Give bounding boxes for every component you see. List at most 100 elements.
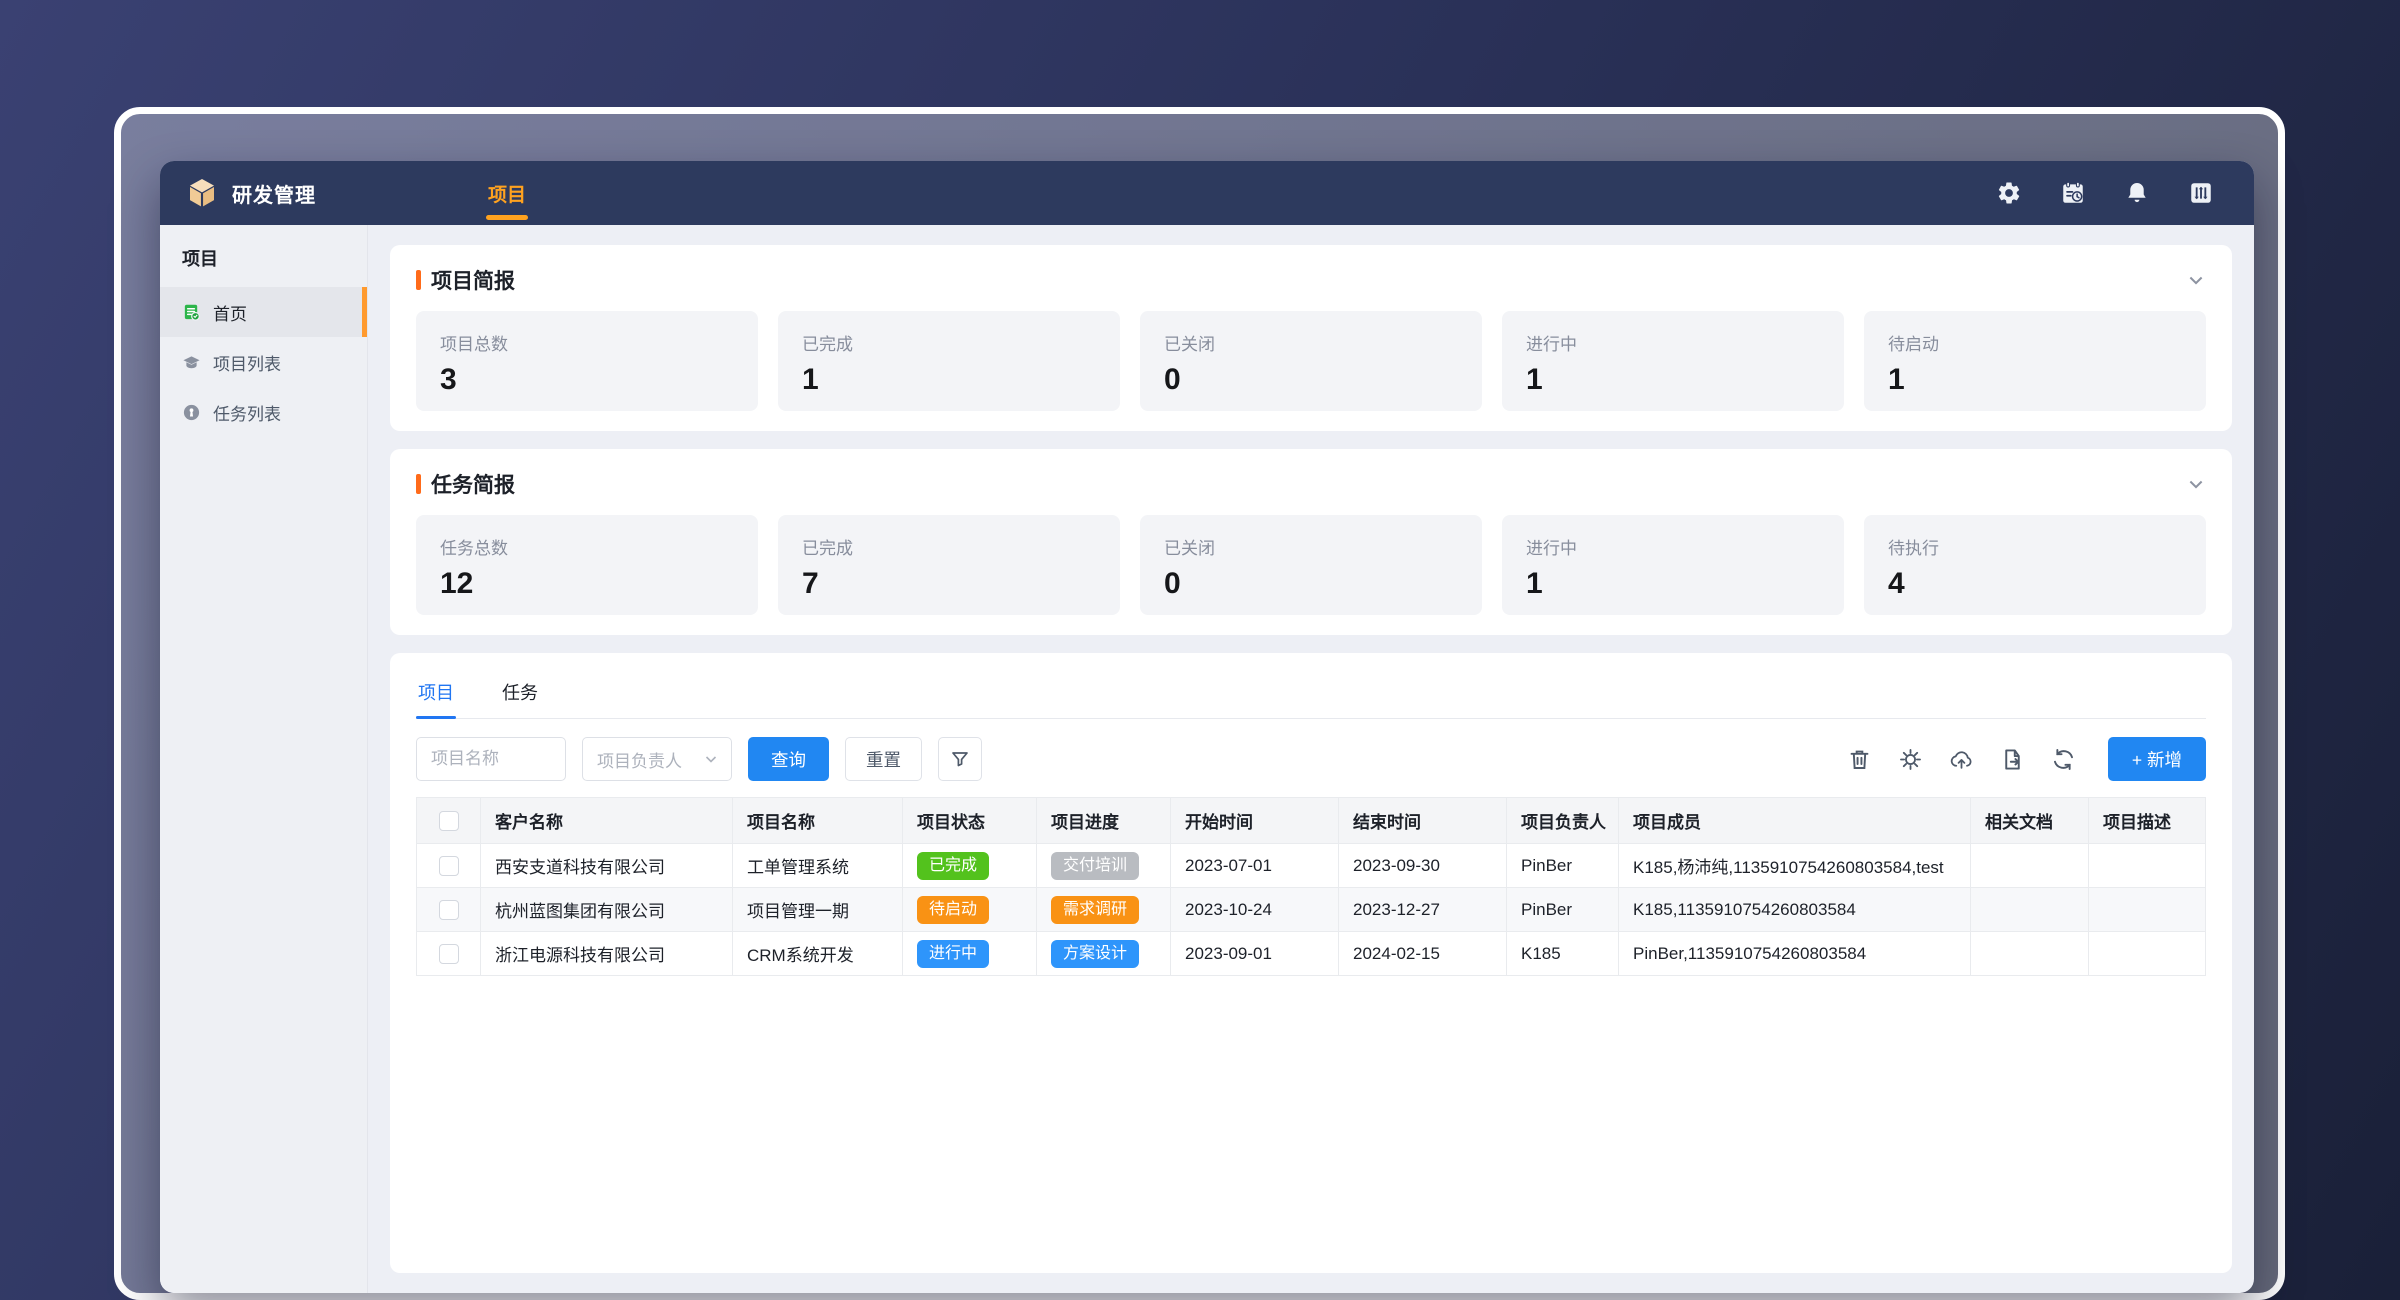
stat-label: 已关闭 — [1164, 534, 1458, 559]
table-row[interactable]: 杭州蓝图集团有限公司 项目管理一期 待启动 需求调研 2023-10-24 20… — [417, 888, 2206, 932]
stat-value: 1 — [1888, 363, 2182, 397]
stat-card: 进行中 1 — [1502, 311, 1844, 411]
sidebar-item-home[interactable]: 首页 — [160, 287, 367, 337]
schedule-icon[interactable] — [2060, 180, 2086, 206]
cube-logo-icon — [186, 177, 218, 209]
add-button[interactable]: + 新增 — [2108, 737, 2206, 781]
col-header: 项目成员 — [1619, 798, 1971, 844]
col-header: 开始时间 — [1171, 798, 1339, 844]
row-checkbox[interactable] — [439, 944, 459, 964]
refresh-icon[interactable] — [2051, 747, 2076, 772]
trash-icon[interactable] — [1847, 747, 1872, 772]
table-row[interactable]: 浙江电源科技有限公司 CRM系统开发 进行中 方案设计 2023-09-01 2… — [417, 932, 2206, 976]
page-root: { "navbar": { "app_title": "研发管理", "acti… — [0, 0, 2400, 1300]
stat-card: 进行中 1 — [1502, 515, 1844, 615]
search-button[interactable]: 查询 — [748, 737, 829, 781]
stat-card: 项目总数 3 — [416, 311, 758, 411]
stat-value: 12 — [440, 567, 734, 601]
project-name-input[interactable] — [416, 737, 566, 781]
chevron-down-icon — [703, 751, 719, 767]
notifications-icon[interactable] — [2124, 180, 2150, 206]
sidebar-item-label: 任务列表 — [213, 400, 281, 425]
row-checkbox[interactable] — [439, 900, 459, 920]
columns-icon[interactable] — [2188, 180, 2214, 206]
tab-task[interactable]: 任务 — [500, 669, 540, 718]
stat-card: 已关闭 0 — [1140, 515, 1482, 615]
project-brief-title: 项目简报 — [431, 265, 515, 295]
stat-card: 已关闭 0 — [1140, 311, 1482, 411]
col-header: 相关文档 — [1971, 798, 2089, 844]
title-accent-bar — [416, 474, 421, 494]
reset-button[interactable]: 重置 — [845, 737, 922, 781]
title-accent-bar — [416, 270, 421, 290]
col-header: 项目名称 — [733, 798, 903, 844]
cell-docs — [1971, 888, 2089, 932]
stat-value: 0 — [1164, 363, 1458, 397]
app-window: 研发管理 项目 — [160, 161, 2254, 1293]
gear-config-icon[interactable] — [1898, 747, 1923, 772]
cell-customer: 西安支道科技有限公司 — [481, 844, 733, 888]
progress-badge: 需求调研 — [1051, 896, 1139, 924]
chevron-down-icon[interactable] — [2186, 270, 2206, 290]
chevron-down-icon[interactable] — [2186, 474, 2206, 494]
stat-label: 待启动 — [1888, 330, 2182, 355]
sidebar-header: 项目 — [160, 225, 367, 287]
top-navbar: 研发管理 项目 — [160, 161, 2254, 225]
cell-end-date: 2023-12-27 — [1339, 888, 1507, 932]
stat-card: 任务总数 12 — [416, 515, 758, 615]
cell-start-date: 2023-07-01 — [1171, 844, 1339, 888]
cell-members: K185,杨沛纯,1135910754260803584,test — [1619, 844, 1971, 888]
sidebar-item-task-list[interactable]: 任务列表 — [160, 387, 367, 437]
stat-value: 3 — [440, 363, 734, 397]
stat-label: 已完成 — [802, 534, 1096, 559]
sidebar-item-project-list[interactable]: 项目列表 — [160, 337, 367, 387]
stat-label: 进行中 — [1526, 534, 1820, 559]
stat-card: 已完成 1 — [778, 311, 1120, 411]
project-stats-row: 项目总数 3 已完成 1 已关闭 0 进行中 1 — [416, 311, 2206, 411]
app-title: 研发管理 — [232, 179, 316, 208]
cell-members: PinBer,1135910754260803584 — [1619, 932, 1971, 976]
progress-badge: 交付培训 — [1051, 852, 1139, 880]
cell-docs — [1971, 844, 2089, 888]
cell-owner: PinBer — [1507, 888, 1619, 932]
filter-button[interactable] — [938, 737, 982, 781]
stat-value: 1 — [802, 363, 1096, 397]
settings-icon[interactable] — [1996, 180, 2022, 206]
cell-owner: PinBer — [1507, 844, 1619, 888]
cell-project: 项目管理一期 — [733, 888, 903, 932]
home-doc-icon — [182, 303, 201, 322]
col-header: 项目负责人 — [1507, 798, 1619, 844]
task-brief-title: 任务简报 — [431, 469, 515, 499]
cell-end-date: 2024-02-15 — [1339, 932, 1507, 976]
graduation-cap-icon — [182, 353, 201, 372]
tab-project[interactable]: 项目 — [416, 669, 456, 718]
cell-project: CRM系统开发 — [733, 932, 903, 976]
select-placeholder: 项目负责人 — [597, 747, 682, 772]
select-all-checkbox[interactable] — [439, 811, 459, 831]
app-logo: 研发管理 — [186, 177, 316, 209]
tab-label: 项目 — [418, 683, 454, 703]
stat-label: 进行中 — [1526, 330, 1820, 355]
stat-card: 待执行 4 — [1864, 515, 2206, 615]
task-brief-panel: 任务简报 任务总数 12 已完成 7 — [390, 449, 2232, 635]
nav-tab-label: 项目 — [488, 180, 526, 207]
stat-label: 已关闭 — [1164, 330, 1458, 355]
project-owner-select[interactable]: 项目负责人 — [582, 737, 732, 781]
stat-value: 1 — [1526, 363, 1820, 397]
table-row[interactable]: 西安支道科技有限公司 工单管理系统 已完成 交付培训 2023-07-01 20… — [417, 844, 2206, 888]
col-header: 项目描述 — [2089, 798, 2206, 844]
stat-value: 1 — [1526, 567, 1820, 601]
nav-tab-project[interactable]: 项目 — [488, 161, 526, 225]
status-badge: 已完成 — [917, 852, 989, 880]
status-badge: 待启动 — [917, 896, 989, 924]
cloud-upload-icon[interactable] — [1949, 747, 1974, 772]
file-export-icon[interactable] — [2000, 747, 2025, 772]
cell-members: K185,1135910754260803584 — [1619, 888, 1971, 932]
sidebar: 项目 首页 项目列表 — [160, 225, 368, 1293]
cell-desc — [2089, 888, 2206, 932]
cell-customer: 浙江电源科技有限公司 — [481, 932, 733, 976]
stat-label: 项目总数 — [440, 330, 734, 355]
cell-desc — [2089, 932, 2206, 976]
stat-value: 4 — [1888, 567, 2182, 601]
row-checkbox[interactable] — [439, 856, 459, 876]
